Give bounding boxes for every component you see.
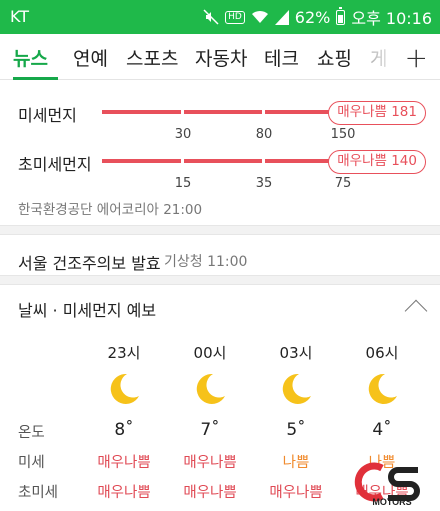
pm25-tick: 35 [255, 176, 273, 191]
dust-source: 한국환경공단 에어코리아 21:00 [18, 202, 203, 218]
wifi-icon [251, 10, 268, 23]
tab-fade [360, 34, 400, 79]
temp-row-label: 온도 [18, 425, 45, 441]
moon-icon [196, 373, 225, 404]
battery-percent: 62% [294, 7, 331, 27]
forecast-pm25-grade: 매우나쁨 [269, 485, 323, 501]
tab-cars[interactable]: 자동차 [195, 44, 247, 71]
tab-shopping[interactable]: 쇼핑 [317, 44, 352, 71]
watermark-text: MOTORS [372, 497, 411, 506]
section-divider [0, 225, 440, 235]
moon-icon [368, 373, 397, 404]
status-bar: KT HD 62% 오후 10:16 [0, 0, 440, 34]
forecast-hour: 03시 [279, 344, 313, 362]
tab-tech[interactable]: 테크 [264, 44, 299, 71]
mute-icon [203, 9, 219, 25]
forecast-hour: 00시 [193, 344, 227, 362]
pm10-label: 미세먼지 [18, 106, 77, 125]
tab-sports[interactable]: 스포츠 [126, 44, 178, 71]
forecast-pm10-grade: 매우나쁨 [97, 455, 151, 471]
pm25-bar-gap [262, 159, 265, 163]
forecast-temp: 5˚ [286, 420, 306, 440]
watermark-logo: MOTORS [354, 462, 420, 506]
moon-icon [282, 373, 311, 404]
pm25-tick: 75 [334, 176, 352, 191]
pm10-bar-gap [181, 110, 184, 114]
hd-voice-icon: HD [225, 10, 245, 24]
category-tabs: 뉴스 연예 스포츠 자동차 테크 쇼핑 게 + [0, 34, 440, 80]
pm10-grade-badge: 매우나쁨 181 [328, 101, 426, 125]
forecast-pm10-grade: 매우나쁨 [183, 455, 237, 471]
pm10-tick: 30 [174, 127, 192, 142]
forecast-pm25-grade: 매우나쁨 [97, 485, 151, 501]
forecast-pm10-grade: 나쁨 [282, 455, 310, 471]
pm25-grade-badge: 매우나쁨 140 [328, 150, 426, 174]
pm10-bar [102, 110, 352, 114]
forecast-hour: 23시 [107, 344, 141, 362]
pm25-row-label: 초미세 [18, 485, 59, 501]
plus-icon[interactable]: + [405, 41, 428, 74]
moon-icon [110, 373, 139, 404]
carrier-label: KT [10, 7, 30, 26]
weather-alert-source: 기상청 11:00 [164, 254, 248, 270]
signal-icon [274, 9, 289, 25]
battery-icon [336, 6, 346, 25]
pm25-tick: 15 [174, 176, 192, 191]
chevron-up-icon[interactable] [404, 299, 428, 323]
pm10-tick: 80 [255, 127, 273, 142]
weather-alert-link[interactable]: 서울 건조주의보 발효 [18, 250, 161, 274]
status-icons: HD 62% 오후 10:16 [203, 6, 432, 28]
pm25-bar [102, 159, 352, 163]
pm25-grade: 매우나쁨 [337, 153, 387, 169]
forecast-temp: 4˚ [372, 420, 392, 440]
pm10-bar-gap [262, 110, 265, 114]
pm10-value: 181 [391, 104, 417, 120]
pm25-label: 초미세먼지 [18, 155, 92, 174]
pm10-grade: 매우나쁨 [337, 104, 387, 120]
pm25-bar-gap [181, 159, 184, 163]
pm25-value: 140 [391, 153, 417, 169]
clock: 오후 10:16 [351, 9, 432, 28]
pm10-row-label: 미세 [18, 455, 45, 471]
forecast-hour: 06시 [365, 344, 399, 362]
forecast-pm25-grade: 매우나쁨 [183, 485, 237, 501]
section-divider [0, 275, 440, 285]
tab-entertainment[interactable]: 연예 [73, 44, 108, 71]
pm10-tick: 150 [330, 127, 356, 142]
tab-news[interactable]: 뉴스 [13, 44, 48, 71]
active-tab-indicator [13, 77, 58, 80]
forecast-temp: 7˚ [200, 420, 220, 440]
forecast-title: 날씨 · 미세먼지 예보 [18, 301, 157, 320]
forecast-temp: 8˚ [114, 420, 134, 440]
